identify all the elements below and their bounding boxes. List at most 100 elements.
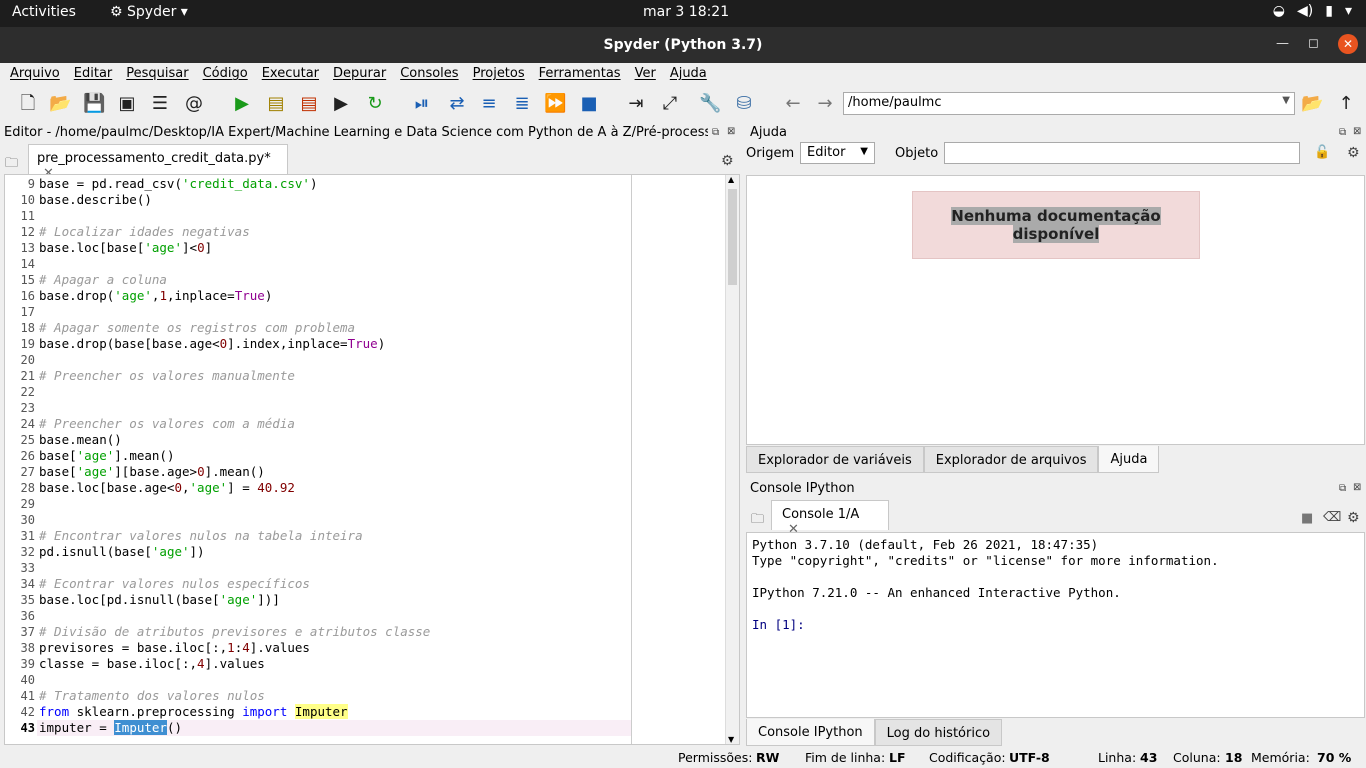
code-line: 19 base.drop(base[base.age<0].index,inpla… <box>20 336 386 351</box>
open-file-icon[interactable]: 📂 <box>49 93 71 115</box>
minimize-button[interactable]: — <box>1276 36 1289 51</box>
object-input[interactable] <box>944 142 1300 164</box>
python-path-icon[interactable]: ⛁ <box>733 93 755 115</box>
code-line: 37 # Divisão de atributos previsores e at… <box>20 624 431 639</box>
close-window-button[interactable]: ✕ <box>1338 34 1358 54</box>
run-selection-icon[interactable]: ▶ <box>330 93 352 115</box>
run-cell-icon[interactable]: ▤ <box>265 93 287 115</box>
run-cell-advance-icon[interactable]: ▤ <box>298 93 320 115</box>
memory-value: 70 % <box>1317 750 1352 765</box>
system-top-bar: Activities ⚙ Spyder ▾ mar 3 18:21 ◒ ◀) ▮… <box>0 0 1366 27</box>
code-line: 33 <box>20 561 35 575</box>
menu-depurar[interactable]: Depurar <box>333 66 386 85</box>
gear-icon[interactable]: ⚙ <box>721 153 734 169</box>
debug-icon[interactable]: ⏯ <box>411 93 433 115</box>
parent-dir-icon[interactable]: ↑ <box>1335 93 1357 115</box>
code-line: 41 # Tratamento dos valores nulos <box>20 688 265 703</box>
system-tray[interactable]: ◒ ◀) ▮ ▾ <box>1273 3 1352 19</box>
menu-projetos[interactable]: Projetos <box>473 66 525 85</box>
menu-ajuda[interactable]: Ajuda <box>670 66 707 85</box>
save-icon[interactable]: 💾 <box>83 93 105 115</box>
window-title-bar: Spyder (Python 3.7) — ◻ ✕ <box>0 27 1366 63</box>
menu-pesquisar[interactable]: Pesquisar <box>126 66 188 85</box>
console-tab-label: Console 1/A <box>782 507 860 522</box>
save-all-icon[interactable]: ▣ <box>116 93 138 115</box>
gear-icon[interactable]: ⚙ <box>1347 510 1360 526</box>
code-line: 20 <box>20 353 35 367</box>
menu-arquivo[interactable]: Arquivo <box>10 66 60 85</box>
encoding-value: UTF-8 <box>1009 750 1050 765</box>
maximize-pane-icon[interactable]: ⇥ <box>625 93 647 115</box>
tab-ipython-console[interactable]: Console IPython <box>746 719 875 746</box>
activities-button[interactable]: Activities <box>12 4 76 20</box>
clock[interactable]: mar 3 18:21 <box>643 4 729 20</box>
tab-history-log[interactable]: Log do histórico <box>874 719 1003 746</box>
at-icon[interactable]: @ <box>183 93 205 115</box>
code-line: 23 <box>20 401 35 415</box>
menu-executar[interactable]: Executar <box>262 66 319 85</box>
step-icon[interactable]: ⇄ <box>446 93 468 115</box>
browse-tabs-icon[interactable]: 🗀 <box>751 510 764 532</box>
list-icon[interactable]: ☰ <box>149 93 171 115</box>
maximize-button[interactable]: ◻ <box>1308 36 1319 51</box>
undock-icon[interactable]: ⧉ <box>712 127 719 138</box>
menu-ver[interactable]: Ver <box>635 66 656 85</box>
console-pane-header: Console IPython <box>750 481 855 496</box>
file-tab-label: pre_processamento_credit_data.py* <box>37 151 271 166</box>
stop-debug-icon[interactable]: ■ <box>578 93 600 115</box>
close-pane-icon[interactable]: ⊠ <box>727 126 735 137</box>
working-dir-value: /home/paulmc <box>848 95 942 110</box>
clear-console-icon[interactable]: ⌫ <box>1323 510 1341 525</box>
console-prompt: In [1]: <box>752 617 805 632</box>
console-line: Type "copyright", "credits" or "license"… <box>752 553 1219 568</box>
step-return-icon[interactable]: ≣ <box>511 93 533 115</box>
edge-line <box>631 175 632 744</box>
lock-icon[interactable]: 🔓 <box>1314 145 1330 160</box>
working-dir-input[interactable]: /home/paulmc ▼ <box>843 92 1295 115</box>
browse-tabs-icon[interactable]: 🗀 <box>5 154 18 176</box>
code-line: 36 <box>20 609 35 623</box>
forward-icon[interactable]: → <box>814 93 836 115</box>
code-line: 9 base = pd.read_csv('credit_data.csv') <box>27 176 318 191</box>
stop-kernel-icon[interactable]: ■ <box>1301 511 1313 526</box>
new-file-icon[interactable]: 🗋 <box>17 93 39 115</box>
undock-icon[interactable]: ⧉ <box>1339 127 1346 138</box>
origin-value: Editor <box>807 145 846 160</box>
tab-help[interactable]: Ajuda <box>1098 446 1160 473</box>
fullscreen-icon[interactable]: ⤢ <box>659 93 681 115</box>
scrollbar-thumb[interactable] <box>728 189 737 285</box>
rerun-icon[interactable]: ↻ <box>364 93 386 115</box>
editor-scrollbar[interactable]: ▲ ▼ <box>725 175 739 744</box>
menu-codigo[interactable]: Código <box>203 66 248 85</box>
chevron-down-icon: ▼ <box>860 146 868 157</box>
memory-label: Memória: <box>1251 750 1310 765</box>
menu-editar[interactable]: Editar <box>74 66 113 85</box>
code-editor[interactable]: 9 base = pd.read_csv('credit_data.csv') 1… <box>4 174 740 745</box>
undock-icon[interactable]: ⧉ <box>1339 483 1346 494</box>
code-line: 18 # Apagar somente os registros com prob… <box>20 320 356 335</box>
run-icon[interactable]: ▶ <box>231 93 253 115</box>
no-documentation-message: Nenhuma documentação disponível <box>912 191 1200 259</box>
menu-consoles[interactable]: Consoles <box>400 66 458 85</box>
preferences-icon[interactable]: 🔧 <box>699 93 721 115</box>
menu-ferramentas[interactable]: Ferramentas <box>539 66 621 85</box>
app-menu[interactable]: ⚙ Spyder ▾ <box>110 4 188 20</box>
back-icon[interactable]: ← <box>782 93 804 115</box>
gear-icon[interactable]: ⚙ <box>1347 145 1360 161</box>
continue-icon[interactable]: ⏩ <box>544 93 566 115</box>
browse-folder-icon[interactable]: 📂 <box>1301 93 1323 115</box>
tab-file-explorer[interactable]: Explorador de arquivos <box>923 446 1099 473</box>
window-title: Spyder (Python 3.7) <box>603 37 763 53</box>
ipython-console[interactable]: Python 3.7.10 (default, Feb 26 2021, 18:… <box>746 532 1365 718</box>
close-pane-icon[interactable]: ⊠ <box>1353 126 1361 137</box>
chevron-down-icon[interactable]: ▼ <box>1282 95 1290 106</box>
editor-file-tab[interactable]: pre_processamento_credit_data.py* ✕ <box>28 144 288 181</box>
step-into-icon[interactable]: ≡ <box>478 93 500 115</box>
code-line: 13 base.loc[base['age']<0] <box>20 240 213 255</box>
origin-select[interactable]: Editor ▼ <box>800 142 875 164</box>
close-pane-icon[interactable]: ⊠ <box>1353 482 1361 493</box>
tab-variable-explorer[interactable]: Explorador de variáveis <box>746 446 924 473</box>
console-tab[interactable]: Console 1/A ✕ <box>771 500 889 537</box>
